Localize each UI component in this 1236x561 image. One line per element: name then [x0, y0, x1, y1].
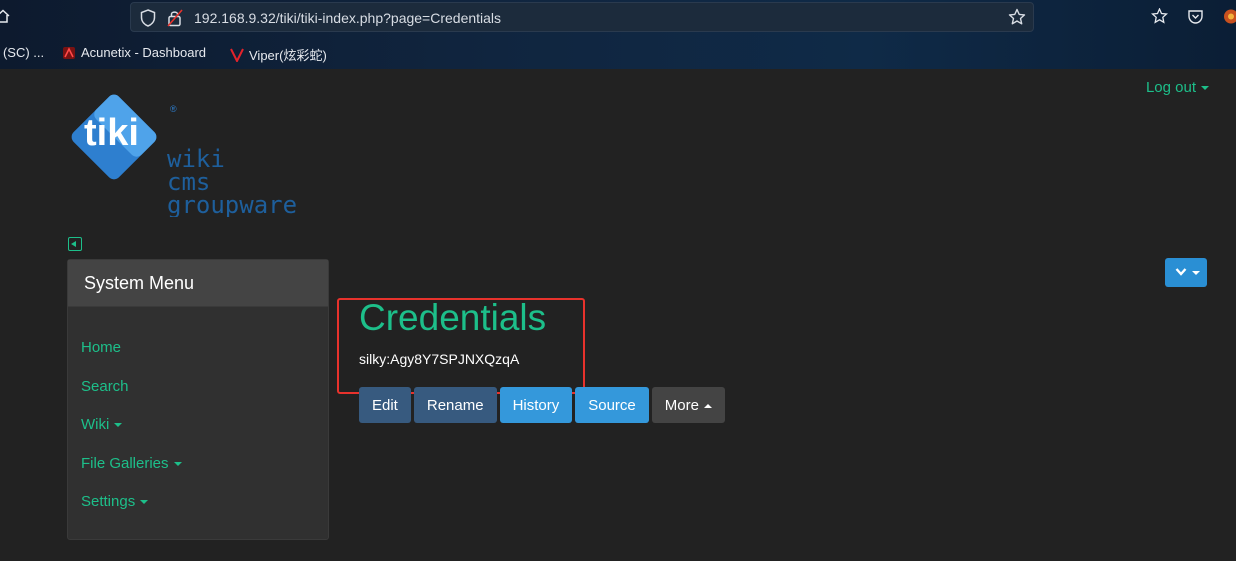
extension-icon[interactable]	[1223, 8, 1236, 25]
sidebar-item-label: Search	[81, 377, 129, 395]
bookmark-label: Acunetix - Dashboard	[81, 45, 207, 60]
chevron-down-icon	[114, 423, 123, 428]
pocket-icon[interactable]	[1187, 8, 1204, 25]
logo-line-groupware: groupware	[167, 191, 297, 217]
edit-button[interactable]: Edit	[359, 387, 411, 423]
history-button[interactable]: History	[499, 387, 573, 423]
page-body: Log out tiki ® wiki cms groupware System…	[0, 69, 1236, 561]
address-bar[interactable]: 192.168.9.32/tiki/tiki-index.php?page=Cr…	[130, 2, 1034, 32]
sidebar-item-label: Home	[81, 339, 122, 356]
rename-button[interactable]: Rename	[413, 387, 497, 423]
sidebar-item-file-galleries[interactable]: File Galleries	[68, 443, 328, 482]
pocket-save-icon[interactable]	[1151, 8, 1168, 25]
bookmark-item-acunetix[interactable]: Acunetix - Dashboard	[62, 45, 206, 60]
caret-up-icon	[703, 403, 712, 408]
page-actions: Edit Rename History Source More	[359, 387, 725, 423]
sidebar-item-label: File Galleries	[81, 454, 169, 472]
system-menu: System Menu Home Search Wiki File Galler…	[67, 259, 329, 540]
bookmarks-toolbar: r (SC) ... Acunetix - Dashboard Viper(炫彩…	[0, 42, 1236, 64]
bookmark-label: r (SC) ...	[0, 45, 45, 60]
more-button[interactable]: More	[651, 387, 725, 423]
system-menu-list: Home Search Wiki File Galleries Settings	[68, 307, 328, 520]
shield-icon[interactable]	[140, 9, 156, 27]
bookmark-item-viper[interactable]: Viper(炫彩蛇)	[230, 45, 327, 64]
sidebar-item-label: Settings	[81, 493, 136, 510]
source-button[interactable]: Source	[575, 387, 649, 423]
sidebar-item-search[interactable]: Search	[68, 366, 328, 405]
more-label: More	[664, 396, 699, 414]
insecure-lock-icon[interactable]	[167, 9, 183, 27]
logout-link[interactable]: Log out	[1146, 79, 1209, 96]
tiki-logo[interactable]: tiki ® wiki cms groupware	[64, 87, 314, 217]
chevron-down-icon	[173, 461, 182, 466]
page-title: Credentials	[359, 297, 547, 338]
browser-chrome: 192.168.9.32/tiki/tiki-index.php?page=Cr…	[0, 0, 1236, 69]
sidebar-item-home[interactable]: Home	[68, 327, 328, 366]
page-content: silky:Agy8Y7SPJNXQzqA	[359, 351, 520, 367]
sidebar-item-settings[interactable]: Settings	[68, 481, 328, 520]
bookmark-star-icon[interactable]	[1008, 8, 1026, 26]
logout-label: Log out	[1145, 79, 1196, 96]
bookmark-item[interactable]: r (SC) ...	[0, 45, 44, 60]
page-tools-dropdown-button[interactable]	[1165, 258, 1207, 287]
bookmark-label: Viper(炫彩蛇)	[249, 48, 327, 63]
caret-down-icon	[1192, 271, 1200, 275]
svg-text:®: ®	[170, 104, 177, 114]
viper-icon	[230, 48, 244, 62]
system-menu-title: System Menu	[68, 260, 328, 307]
home-icon[interactable]	[0, 9, 10, 23]
url-text[interactable]: 192.168.9.32/tiki/tiki-index.php?page=Cr…	[194, 10, 501, 26]
chevron-down-icon	[1175, 268, 1187, 276]
chevron-down-icon	[1201, 86, 1209, 91]
sidebar-item-wiki[interactable]: Wiki	[68, 404, 328, 443]
acunetix-icon	[63, 46, 75, 59]
logo-brand: tiki	[84, 112, 139, 154]
chevron-down-icon	[140, 500, 149, 505]
collapse-sidebar-icon[interactable]	[68, 237, 82, 251]
sidebar-item-label: Wiki	[81, 416, 110, 433]
